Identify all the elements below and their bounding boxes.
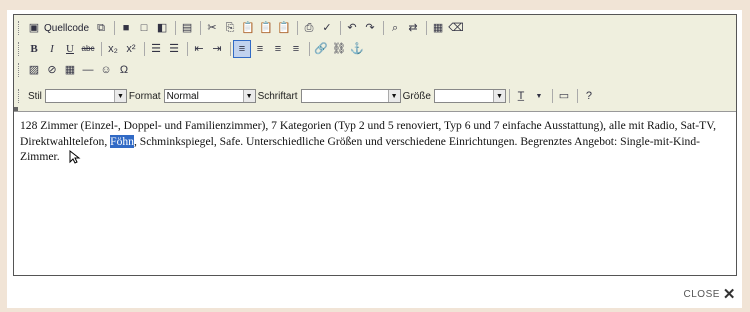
undo-icon[interactable]: ↶ xyxy=(344,20,360,36)
numbered-list-icon[interactable]: ☰ xyxy=(148,41,164,57)
align-left-icon[interactable]: ≡ xyxy=(233,40,251,58)
outdent-icon[interactable]: ⇤ xyxy=(191,41,207,57)
separator xyxy=(101,42,102,56)
chevron-down-icon[interactable]: ▼ xyxy=(387,90,400,102)
select-all-icon[interactable]: ▦ xyxy=(430,20,446,36)
editor-content[interactable]: 128 Zimmer (Einzel-, Doppel- und Familie… xyxy=(14,112,736,275)
source-icon: ▣ xyxy=(28,21,40,34)
toolbar-grip[interactable] xyxy=(18,89,22,103)
horizontal-rule-icon[interactable]: ― xyxy=(80,62,96,78)
close-button[interactable]: CLOSE ✕ xyxy=(684,287,736,302)
align-justify-icon[interactable]: ≡ xyxy=(288,41,304,57)
separator xyxy=(187,42,188,56)
separator xyxy=(426,21,428,35)
superscript-icon[interactable]: x² xyxy=(123,41,139,57)
help-icon[interactable]: ? xyxy=(581,88,597,104)
print-preview-icon[interactable]: ◧ xyxy=(154,20,170,36)
redo-icon[interactable]: ↷ xyxy=(362,20,378,36)
bulleted-list-icon[interactable]: ☰ xyxy=(166,41,182,57)
align-center-icon[interactable]: ≡ xyxy=(252,41,268,57)
font-label: Schriftart xyxy=(257,90,298,102)
separator xyxy=(200,21,202,35)
separator xyxy=(230,42,231,56)
special-char-icon[interactable]: Ω xyxy=(116,62,132,78)
toolbar-row-1: ▣ Quellcode ⧉ ■ □ ◧ ▤ ✂ ⎘ 📋 📋 📋 ⎙ ✓ ↶ ↷ … xyxy=(18,19,466,37)
close-icon: ✕ xyxy=(722,286,736,303)
style-label: Stil xyxy=(28,90,42,102)
size-label: Größe xyxy=(402,90,431,102)
toolbar-row-2: B I U abc x₂ x² ☰ ☰ ⇤ ⇥ ≡ ≡ ≡ ≡ 🔗 ⛓ ⚓ xyxy=(18,40,367,58)
print-icon[interactable]: ⎙ xyxy=(301,20,317,36)
font-select[interactable]: ▼ xyxy=(300,89,401,103)
separator xyxy=(383,21,385,35)
strikethrough-icon[interactable]: abc xyxy=(80,41,96,57)
maximize-icon[interactable]: ▭ xyxy=(556,88,572,104)
table-icon[interactable]: ▦ xyxy=(62,62,78,78)
subscript-icon[interactable]: x₂ xyxy=(105,41,121,57)
toolbar-row-3: ▨ ⊘ ▦ ― ☺ Ω xyxy=(18,61,134,79)
italic-icon[interactable]: I xyxy=(44,41,60,57)
toolbar-grip[interactable] xyxy=(18,63,22,77)
separator xyxy=(175,21,177,35)
indent-icon[interactable]: ⇥ xyxy=(209,41,225,57)
remove-format-icon[interactable]: ⌫ xyxy=(448,20,464,36)
chevron-down-icon[interactable]: ▼ xyxy=(242,90,255,102)
separator xyxy=(551,89,553,103)
copy-icon[interactable]: ⎘ xyxy=(222,20,238,36)
find-icon[interactable]: ⌕ xyxy=(387,20,403,36)
separator xyxy=(297,21,299,35)
chevron-down-icon[interactable]: ▼ xyxy=(113,90,126,102)
image-icon[interactable]: ▨ xyxy=(26,62,42,78)
paste-icon[interactable]: 📋 xyxy=(240,20,256,36)
templates-icon[interactable]: ▤ xyxy=(179,20,195,36)
separator xyxy=(576,89,578,103)
separator xyxy=(144,42,145,56)
preview-icon[interactable]: ⧉ xyxy=(93,20,109,36)
editor-dialog: ▣ Quellcode ⧉ ■ □ ◧ ▤ ✂ ⎘ 📋 📋 📋 ⎙ ✓ ↶ ↷ … xyxy=(7,10,742,308)
toolbar-grip[interactable] xyxy=(18,21,22,35)
size-select[interactable]: ▼ xyxy=(433,89,506,103)
toolbar-row-4: Stil ▼ Format Normal ▼ Schriftart ▼ Größ… xyxy=(18,87,599,105)
save-icon[interactable]: ■ xyxy=(118,20,134,36)
mouse-pointer-icon xyxy=(69,150,80,164)
format-value: Normal xyxy=(166,90,199,102)
separator xyxy=(309,42,310,56)
link-icon[interactable]: 🔗 xyxy=(313,41,329,57)
spellcheck-icon[interactable]: ✓ xyxy=(319,20,335,36)
flash-icon[interactable]: ⊘ xyxy=(44,62,60,78)
close-label: CLOSE xyxy=(683,289,720,300)
text-color-icon[interactable]: T̲ xyxy=(513,88,529,104)
toolbar-grip[interactable] xyxy=(18,42,22,56)
smiley-icon[interactable]: ☺ xyxy=(98,62,114,78)
toolbar-collapse-handle[interactable] xyxy=(14,107,18,111)
separator xyxy=(114,21,116,35)
paste-text-icon[interactable]: 📋 xyxy=(258,20,274,36)
new-page-icon[interactable]: □ xyxy=(136,20,152,36)
bold-icon[interactable]: B xyxy=(26,41,42,57)
selected-text: Föhn xyxy=(110,134,134,148)
format-label: Format xyxy=(128,90,161,102)
separator xyxy=(340,21,342,35)
editor-toolbar: ▣ Quellcode ⧉ ■ □ ◧ ▤ ✂ ⎘ 📋 📋 📋 ⎙ ✓ ↶ ↷ … xyxy=(14,15,736,112)
color-dropdown-icon[interactable]: ▼ xyxy=(531,88,547,104)
chevron-down-icon[interactable]: ▼ xyxy=(492,90,505,102)
unlink-icon[interactable]: ⛓ xyxy=(331,41,347,57)
source-button[interactable]: ▣ Quellcode xyxy=(26,20,89,36)
align-right-icon[interactable]: ≡ xyxy=(270,41,286,57)
source-label: Quellcode xyxy=(44,22,90,34)
anchor-icon[interactable]: ⚓ xyxy=(349,41,365,57)
replace-icon[interactable]: ⇄ xyxy=(405,20,421,36)
format-select[interactable]: Normal ▼ xyxy=(163,89,256,103)
style-select[interactable]: ▼ xyxy=(44,89,127,103)
cut-icon[interactable]: ✂ xyxy=(204,20,220,36)
rich-text-editor: ▣ Quellcode ⧉ ■ □ ◧ ▤ ✂ ⎘ 📋 📋 📋 ⎙ ✓ ↶ ↷ … xyxy=(13,14,737,276)
paste-word-icon[interactable]: 📋 xyxy=(276,20,292,36)
underline-icon[interactable]: U xyxy=(62,41,78,57)
separator xyxy=(508,89,510,103)
